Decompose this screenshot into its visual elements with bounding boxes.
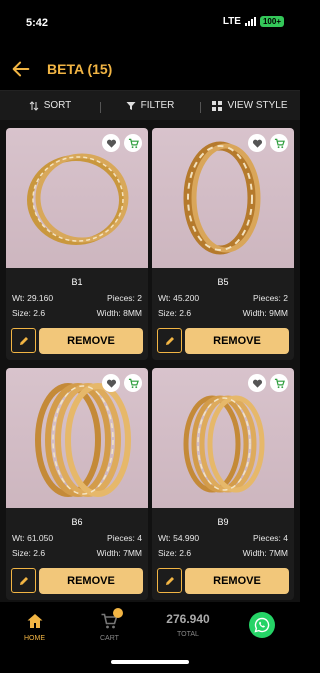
nav-cart-label: CART [100,635,119,642]
remove-button[interactable]: REMOVE [185,568,289,594]
product-size: Size: 2.6 [158,308,192,318]
network-type: LTE [222,16,241,27]
nav-cart[interactable]: CART [100,608,123,642]
product-pieces: Pieces: 4 [107,533,142,543]
pencil-icon [19,336,28,345]
product-code: B1 [71,277,83,287]
product-grid: B1 Wt: 29.160 Pieces: 2 Size: 2.6 Width: 8… [0,120,300,602]
arrow-left-icon[interactable] [10,58,32,80]
favorite-button[interactable] [102,374,120,392]
product-code: B9 [217,517,229,527]
product-card[interactable]: B6 Wt: 61.050 Pieces: 4 Size: 2.6 Width: 7… [6,368,148,600]
favorite-button[interactable] [102,134,120,152]
add-to-cart-button[interactable] [270,134,288,152]
nav-home-label: HOME [24,635,45,642]
product-width: Width: 9MM [242,308,288,318]
pencil-icon [165,336,174,345]
product-weight: Wt: 29.160 [12,293,54,303]
add-to-cart-button[interactable] [270,374,288,392]
product-width: Width: 8MM [96,308,142,318]
product-code: B5 [217,277,229,287]
product-code: B6 [71,517,83,527]
product-width: Width: 7MM [242,548,288,558]
cart-icon [128,378,139,388]
heart-icon [106,379,116,388]
status-indicators: LTE 100+ [223,16,284,27]
bottom-nav: HOME CART 276.940 TOTAL [0,602,300,673]
sort-button[interactable]: SORT [0,100,100,111]
status-time: 5:42 [26,17,49,29]
cart-badge [113,608,123,618]
product-card[interactable]: B5 Wt: 45.200 Pieces: 2 Size: 2.6 Width: 9… [152,128,294,360]
pencil-icon [165,576,174,585]
product-pieces: Pieces: 4 [253,533,288,543]
product-weight: Wt: 45.200 [158,293,200,303]
add-to-cart-button[interactable] [124,374,142,392]
product-weight: Wt: 54.990 [158,533,200,543]
total-value: 276.940 [166,612,210,626]
grid-view-icon [212,100,223,111]
app-header: BETA (15) [0,48,300,90]
page-title: BETA (15) [47,61,113,77]
product-weight: Wt: 61.050 [12,533,54,543]
edit-button[interactable] [11,328,36,353]
favorite-button[interactable] [248,134,266,152]
product-size: Size: 2.6 [12,308,46,318]
nav-total: 276.940 TOTAL [160,612,216,638]
remove-button[interactable]: REMOVE [185,328,289,354]
cart-icon [128,138,139,148]
cart-icon [274,138,285,148]
add-to-cart-button[interactable] [124,134,142,152]
pencil-icon [19,576,28,585]
heart-icon [252,379,262,388]
home-icon [27,614,42,628]
product-pieces: Pieces: 2 [253,293,288,303]
product-size: Size: 2.6 [12,548,46,558]
product-card[interactable]: B1 Wt: 29.160 Pieces: 2 Size: 2.6 Width: 8… [6,128,148,360]
whatsapp-icon [254,617,270,633]
remove-button[interactable]: REMOVE [39,568,143,594]
filter-icon [126,101,136,110]
filter-button[interactable]: FILTER [100,100,200,113]
edit-button[interactable] [11,568,36,593]
edit-button[interactable] [157,328,182,353]
signal-icon [244,17,256,26]
home-indicator [111,660,189,664]
view-style-button[interactable]: VIEW STYLE [200,100,300,113]
filter-label: FILTER [140,100,175,111]
edit-button[interactable] [157,568,182,593]
battery-icon: 100+ [259,16,284,27]
product-pieces: Pieces: 2 [107,293,142,303]
heart-icon [252,139,262,148]
favorite-button[interactable] [248,374,266,392]
product-width: Width: 7MM [96,548,142,558]
whatsapp-button[interactable] [249,612,275,638]
product-card[interactable]: B9 Wt: 54.990 Pieces: 4 Size: 2.6 Width: 7… [152,368,294,600]
remove-button[interactable]: REMOVE [39,328,143,354]
total-label: TOTAL [177,631,199,638]
status-bar: 5:42 LTE 100+ [0,0,300,48]
sort-icon [29,100,39,111]
nav-home[interactable]: HOME [24,612,45,642]
sort-label: SORT [43,100,72,111]
toolbar: SORT FILTER VIEW STYLE [0,90,300,120]
view-style-label: VIEW STYLE [227,100,288,111]
heart-icon [106,139,116,148]
cart-icon [274,378,285,388]
product-size: Size: 2.6 [158,548,192,558]
